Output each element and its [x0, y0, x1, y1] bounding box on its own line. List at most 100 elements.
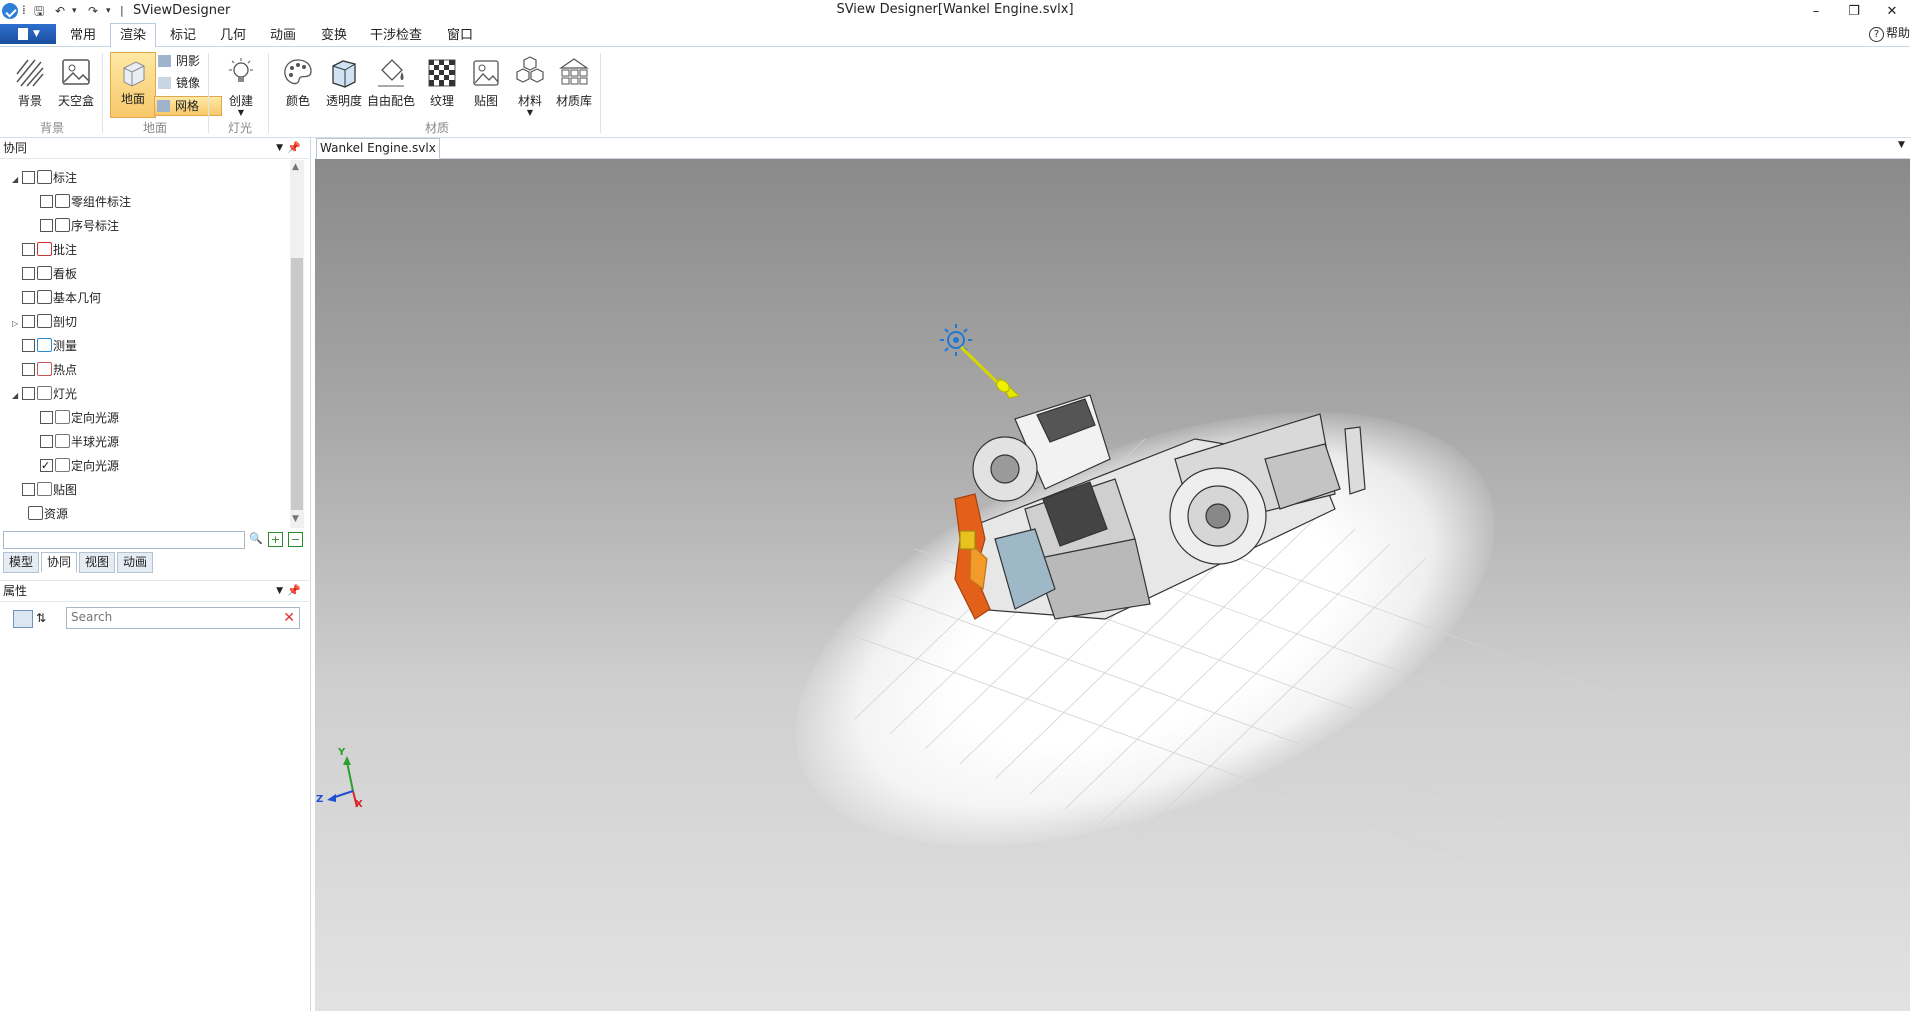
tree-item[interactable]: 序号标注	[30, 216, 119, 236]
restore-button[interactable]: ❐	[1836, 2, 1872, 22]
tree-item[interactable]: 半球光源	[30, 432, 119, 452]
visibility-checkbox[interactable]	[22, 387, 35, 400]
tree-item[interactable]: 定向光源	[30, 456, 119, 476]
tab-window[interactable]: 窗口	[440, 25, 480, 46]
search-icon[interactable]: 🔍	[249, 532, 263, 545]
visibility-checkbox[interactable]	[22, 243, 35, 256]
ribbon-separator	[600, 53, 601, 133]
tab-markup[interactable]: 标记	[164, 25, 202, 46]
tree-item-label: 零组件标注	[71, 195, 132, 209]
pin-icon[interactable]: 📌	[287, 138, 301, 158]
color-button[interactable]: 颜色	[278, 56, 318, 109]
ribbon-separator	[208, 53, 209, 133]
tree-item-label: 标注	[53, 171, 78, 185]
chevron-down-icon[interactable]: ▼	[276, 138, 283, 158]
chevron-down-icon: ▼	[237, 108, 245, 117]
scroll-up-icon[interactable]: ▲	[292, 162, 299, 172]
tree-item[interactable]: 热点	[12, 360, 77, 380]
tree-item[interactable]: 基本几何	[12, 288, 101, 308]
shadow-button[interactable]: 阴影	[156, 52, 200, 70]
expand-toggle-icon[interactable]: ◢	[12, 170, 22, 190]
create-light-button[interactable]: 创建 ▼	[222, 56, 260, 117]
tree-item[interactable]: 定向光源	[30, 408, 119, 428]
chevron-down-icon: ▼	[33, 29, 40, 39]
tab-render[interactable]: 渲染	[110, 23, 156, 48]
close-button[interactable]: ✕	[1874, 2, 1910, 22]
clear-icon[interactable]: ✕	[283, 608, 295, 628]
tab-collab[interactable]: 协同	[41, 552, 77, 573]
tree-scrollbar-thumb[interactable]	[291, 258, 303, 510]
tab-view[interactable]: 视图	[79, 552, 115, 573]
visibility-checkbox[interactable]	[22, 315, 35, 328]
expand-toggle-icon[interactable]: ◢	[12, 386, 22, 406]
wankel-engine-model[interactable]	[954, 394, 1366, 620]
light-direction-arrow[interactable]	[959, 345, 1021, 399]
visibility-checkbox[interactable]	[40, 456, 53, 476]
tree-search-input[interactable]	[3, 531, 245, 549]
material-library-button[interactable]: 材质库	[552, 56, 596, 109]
texture-button[interactable]: 纹理	[422, 56, 462, 109]
axis-y-label: Y	[338, 747, 346, 758]
tab-animation-panel[interactable]: 动画	[117, 552, 153, 573]
document-tab[interactable]: Wankel Engine.svlx	[316, 138, 440, 159]
visibility-checkbox[interactable]	[22, 171, 35, 184]
visibility-checkbox[interactable]	[22, 291, 35, 304]
tree-item[interactable]: ◢ 灯光	[12, 384, 77, 404]
collapse-all-icon[interactable]: −	[288, 532, 303, 547]
mirror-button[interactable]: 镜像	[156, 74, 200, 92]
background-icon	[13, 56, 47, 90]
resources-icon	[28, 506, 43, 520]
group-label-background: 背景	[39, 121, 64, 135]
expand-all-icon[interactable]: +	[268, 532, 283, 547]
file-menu-button[interactable]: ▼	[0, 24, 56, 44]
balloon-annotation-icon	[55, 218, 70, 232]
tab-model[interactable]: 模型	[3, 552, 39, 573]
grid-label: 网格	[175, 99, 200, 113]
grid-button[interactable]: 网格	[154, 96, 222, 116]
tab-animation[interactable]: 动画	[264, 25, 302, 46]
tree-item[interactable]: 看板	[12, 264, 77, 284]
materials-button[interactable]: 材料 ▼	[510, 56, 550, 117]
visibility-checkbox[interactable]	[40, 411, 53, 424]
visibility-checkbox[interactable]	[40, 435, 53, 448]
tree-item-label: 定向光源	[71, 459, 120, 473]
3d-viewport[interactable]: Y X Z	[315, 159, 1910, 1011]
tree-item[interactable]: 贴图	[12, 480, 77, 500]
scroll-down-icon[interactable]: ▼	[292, 514, 299, 524]
document-tab-menu-icon[interactable]: ▼	[1898, 140, 1905, 150]
properties-search-input[interactable]	[67, 608, 275, 626]
tree-item[interactable]: 批注	[12, 240, 77, 260]
tab-transform[interactable]: 变换	[314, 25, 354, 46]
tree-item[interactable]: 测量	[12, 336, 77, 356]
expand-toggle-icon[interactable]: ▷	[12, 314, 22, 334]
transparency-button[interactable]: 透明度	[322, 56, 366, 109]
ground-button[interactable]: 地面	[110, 52, 156, 118]
mirror-icon	[158, 77, 171, 89]
visibility-checkbox[interactable]	[22, 339, 35, 352]
visibility-checkbox[interactable]	[40, 219, 53, 232]
chevron-down-icon[interactable]: ▼	[276, 581, 283, 601]
background-button[interactable]: 背景	[10, 56, 50, 109]
visibility-checkbox[interactable]	[22, 483, 35, 496]
tree-item[interactable]: ◢ 标注	[12, 168, 77, 188]
tree-item[interactable]: ▷ 剖切	[12, 312, 77, 332]
pin-icon[interactable]: 📌	[287, 581, 301, 601]
tree-item[interactable]: 资源	[12, 504, 68, 524]
categorized-view-icon[interactable]	[13, 610, 33, 628]
decal-button[interactable]: 贴图	[466, 56, 506, 109]
sort-alphabetical-icon[interactable]: ⇅	[36, 609, 46, 627]
properties-search-field[interactable]: ✕	[66, 607, 300, 629]
scene-svg	[327, 324, 1626, 860]
visibility-checkbox[interactable]	[22, 267, 35, 280]
help-button[interactable]: ? 帮助	[1868, 24, 1910, 42]
visibility-checkbox[interactable]	[22, 363, 35, 376]
visibility-checkbox[interactable]	[40, 195, 53, 208]
document-icon	[18, 28, 28, 40]
tab-interference-check[interactable]: 干涉检查	[366, 25, 426, 46]
free-color-button[interactable]: 自由配色	[366, 56, 416, 109]
tab-common[interactable]: 常用	[64, 25, 102, 46]
tab-geometry[interactable]: 几何	[214, 25, 252, 46]
minimize-button[interactable]: –	[1798, 2, 1834, 22]
tree-item[interactable]: 零组件标注	[30, 192, 131, 212]
skybox-button[interactable]: 天空盒	[54, 56, 98, 109]
